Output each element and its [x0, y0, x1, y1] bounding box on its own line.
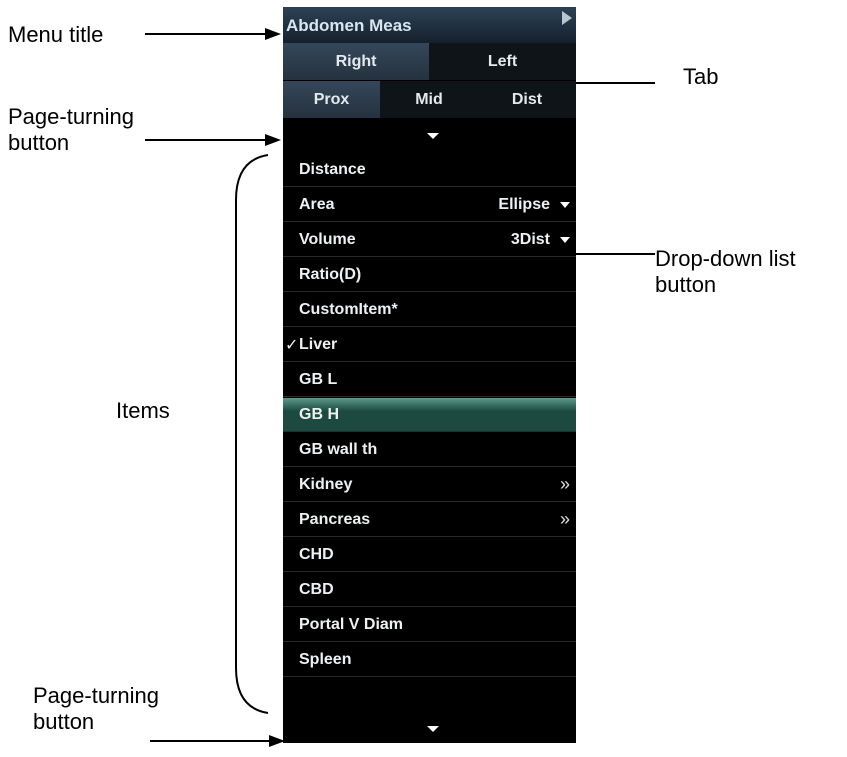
page-turning-top-arrowhead [265, 134, 281, 146]
page-turning-bottom-arrowhead [269, 735, 285, 747]
items-brace [235, 154, 269, 714]
menu-title-arrowhead [265, 28, 281, 40]
annotation-overlay [145, 28, 655, 747]
